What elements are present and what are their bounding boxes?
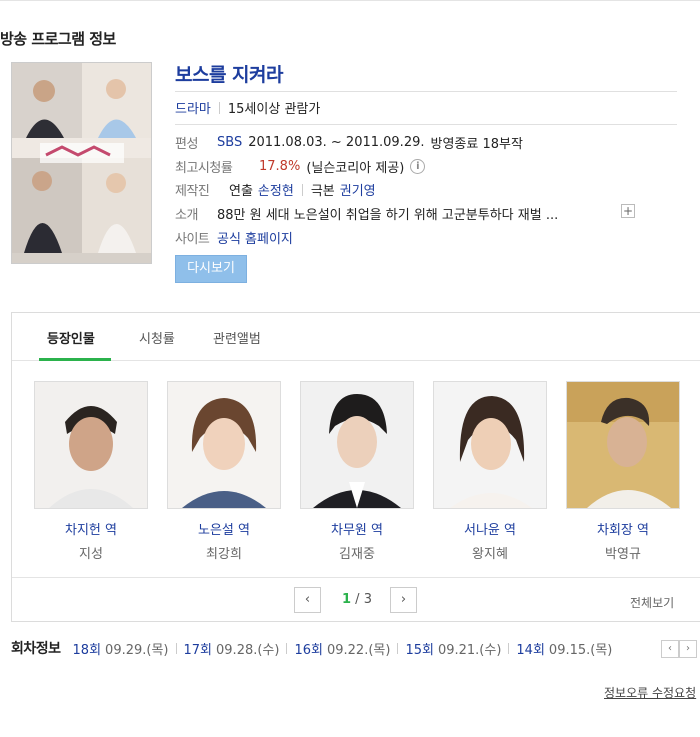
cast-photo[interactable] xyxy=(300,381,414,509)
rating-source: (닐슨코리아 제공) xyxy=(306,161,405,176)
tab-panel: 등장인물 시청률 관련앨범 차지헌 역 지성 노은설 역 최강희 차무원 역 김… xyxy=(11,312,700,622)
director-link[interactable]: 손정현 xyxy=(258,180,294,199)
divider xyxy=(301,183,303,196)
program-title[interactable]: 보스를 지켜라 xyxy=(175,60,284,87)
page-indicator: 1 / 3 xyxy=(342,592,372,607)
divider xyxy=(175,642,177,654)
channel-link[interactable]: SBS xyxy=(217,135,242,150)
chevron-right-icon: › xyxy=(686,643,690,654)
episode-item[interactable]: 16회 09.22.(목) xyxy=(294,639,390,658)
episode-item[interactable]: 17회 09.28.(수) xyxy=(184,639,280,658)
genre-rating-row: 드라마 15세이상 관람가 xyxy=(175,98,320,117)
cast-role[interactable]: 서나윤 역 xyxy=(433,519,547,538)
episode-number[interactable]: 17회 xyxy=(184,639,213,658)
current-page: 1 xyxy=(342,592,352,607)
director-label: 연출 xyxy=(229,184,253,199)
tab-ratings[interactable]: 시청률 xyxy=(139,328,175,347)
age-rating: 15세이상 관람가 xyxy=(227,102,321,117)
rewatch-button[interactable]: 다시보기 xyxy=(175,255,247,283)
episode-item[interactable]: 18회 09.29.(목) xyxy=(73,639,169,658)
divider xyxy=(508,642,510,654)
cast-photo[interactable] xyxy=(433,381,547,509)
info-divider xyxy=(175,124,677,125)
next-page-button[interactable]: › xyxy=(390,587,417,613)
report-error-link[interactable]: 정보오류 수정요청 xyxy=(604,684,696,701)
peak-rating-label: 최고시청률 xyxy=(175,161,233,176)
cast-card[interactable]: 차회장 역 박영규 xyxy=(566,381,680,562)
episode-date: 09.21.(수) xyxy=(437,642,502,658)
program-poster[interactable] xyxy=(11,62,152,264)
intro-row: 소개 88만 원 세대 노은설이 취업을 하기 위해 고군분투하다 재벌 ... xyxy=(175,204,558,223)
top-divider xyxy=(0,0,700,1)
episode-number[interactable]: 14회 xyxy=(516,639,545,658)
divider xyxy=(286,642,288,654)
cast-role[interactable]: 차무원 역 xyxy=(300,519,414,538)
cast-actor[interactable]: 최강희 xyxy=(167,543,281,562)
cast-card[interactable]: 노은설 역 최강희 xyxy=(167,381,281,562)
active-tab-indicator xyxy=(39,358,111,361)
schedule-row: 편성 SBS 2011.08.03. ~ 2011.09.29. 방영종료 18… xyxy=(175,133,523,152)
episode-date: 09.15.(목) xyxy=(548,642,613,658)
pager-divider xyxy=(12,577,700,578)
cast-actor[interactable]: 지성 xyxy=(34,543,148,562)
title-divider xyxy=(175,91,677,92)
cast-actor[interactable]: 김재중 xyxy=(300,543,414,562)
expand-plus-icon[interactable]: + xyxy=(621,204,635,218)
genre-link[interactable]: 드라마 xyxy=(175,98,211,117)
official-site-link[interactable]: 공식 홈페이지 xyxy=(217,228,293,247)
cast-actor[interactable]: 왕지혜 xyxy=(433,543,547,562)
cast-photo[interactable] xyxy=(34,381,148,509)
chevron-left-icon: ‹ xyxy=(304,592,311,607)
tab-bar: 등장인물 시청률 관련앨범 xyxy=(12,313,700,361)
episode-prev-button[interactable]: ‹ xyxy=(661,640,679,658)
intro-label: 소개 xyxy=(175,208,198,223)
cast-role[interactable]: 차지헌 역 xyxy=(34,519,148,538)
chevron-right-icon: › xyxy=(400,592,407,607)
schedule-label: 편성 xyxy=(175,137,198,152)
chevron-left-icon: ‹ xyxy=(668,643,672,654)
writer-link[interactable]: 권기영 xyxy=(340,180,376,199)
divider xyxy=(218,101,220,114)
peak-rating-value: 17.8% xyxy=(259,159,301,174)
episode-number[interactable]: 15회 xyxy=(405,639,434,658)
episode-number[interactable]: 18회 xyxy=(73,639,102,658)
info-icon[interactable]: i xyxy=(410,159,426,174)
production-row: 제작진 연출 손정현 극본 권기영 xyxy=(175,180,376,199)
cast-role[interactable]: 차회장 역 xyxy=(566,519,680,538)
cast-card[interactable]: 차지헌 역 지성 xyxy=(34,381,148,562)
cast-card[interactable]: 서나윤 역 왕지혜 xyxy=(433,381,547,562)
cast-photo[interactable] xyxy=(167,381,281,509)
cast-role[interactable]: 노은설 역 xyxy=(167,519,281,538)
section-title: 방송 프로그램 정보 xyxy=(0,30,116,48)
tab-cast[interactable]: 등장인물 xyxy=(47,328,95,347)
tab-albums[interactable]: 관련앨범 xyxy=(213,328,261,347)
prev-page-button[interactable]: ‹ xyxy=(294,587,321,613)
site-row: 사이트 공식 홈페이지 xyxy=(175,228,293,247)
episode-info-row: 회차정보 18회 09.29.(목) 17회 09.28.(수) 16회 09.22.… xyxy=(11,638,612,658)
total-pages: / 3 xyxy=(351,592,372,607)
writer-label: 극본 xyxy=(310,184,335,199)
cast-photo[interactable] xyxy=(566,381,680,509)
peak-rating-row: 최고시청률 17.8% (닐슨코리아 제공) i xyxy=(175,157,426,176)
episode-date: 09.28.(수) xyxy=(216,642,280,658)
episode-date: 09.22.(목) xyxy=(326,642,391,658)
episode-number[interactable]: 16회 xyxy=(294,639,323,658)
cast-card[interactable]: 차무원 역 김재중 xyxy=(300,381,414,562)
episode-item[interactable]: 14회 09.15.(목) xyxy=(516,639,612,658)
episode-item[interactable]: 15회 09.21.(수) xyxy=(405,639,501,658)
intro-text: 88만 원 세대 노은설이 취업을 하기 위해 고군분투하다 재벌 ... xyxy=(217,208,559,223)
broadcast-status: 방영종료 18부작 xyxy=(430,137,523,152)
episode-info-title: 회차정보 xyxy=(11,641,61,657)
production-label: 제작진 xyxy=(175,184,210,199)
episode-next-button[interactable]: › xyxy=(679,640,697,658)
broadcast-period: 2011.08.03. ~ 2011.09.29. xyxy=(248,135,425,150)
episode-date: 09.29.(목) xyxy=(105,642,169,658)
view-all-link[interactable]: 전체보기 xyxy=(630,594,674,611)
divider xyxy=(397,642,399,654)
cast-actor[interactable]: 박영규 xyxy=(566,543,680,562)
site-label: 사이트 xyxy=(175,232,210,247)
